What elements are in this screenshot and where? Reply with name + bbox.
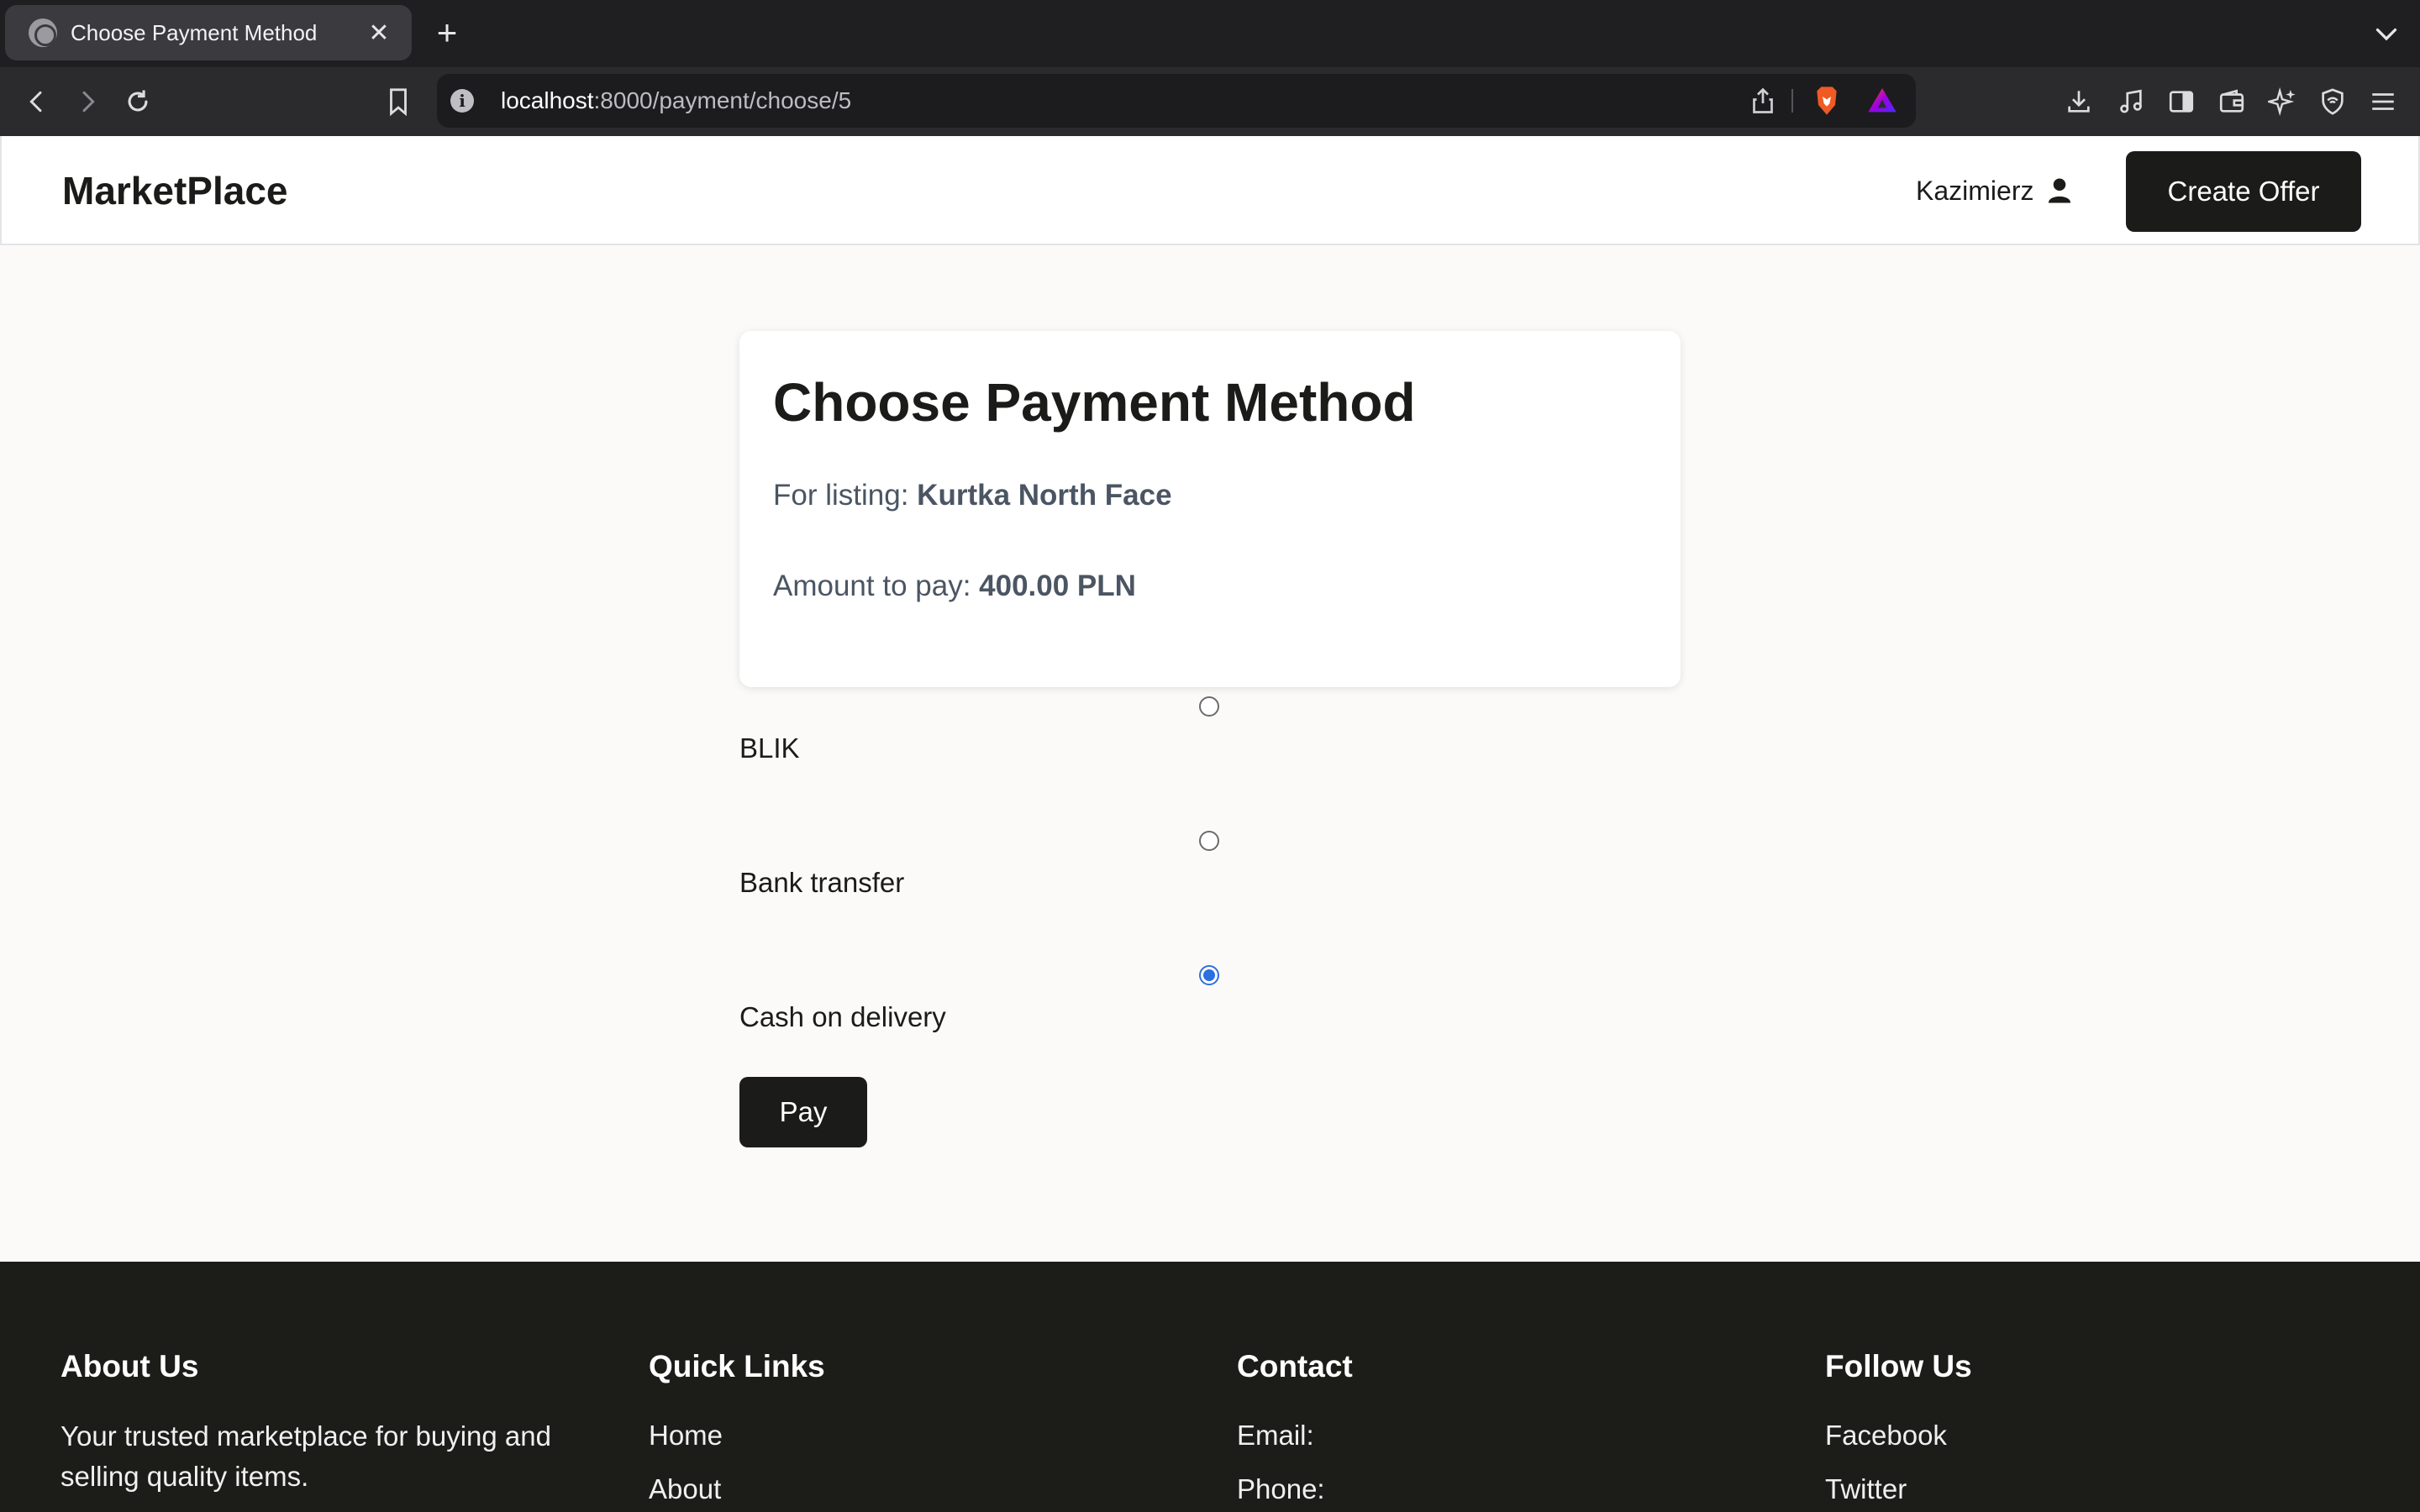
reload-icon (128, 90, 148, 112)
listing-line: For listing: Kurtka North Face (773, 479, 1172, 512)
back-button[interactable] (17, 81, 57, 122)
brave-rewards-icon[interactable] (1865, 84, 1899, 118)
footer-quick-links-title: Quick Links (649, 1349, 825, 1383)
footer-link-about[interactable]: About (649, 1473, 721, 1505)
share-icon[interactable] (1748, 86, 1778, 116)
back-arrow-icon (29, 91, 42, 113)
footer-follow-title: Follow Us (1825, 1349, 1972, 1383)
wallet-icon (2219, 89, 2244, 113)
site-info-icon[interactable]: i (450, 89, 474, 113)
hamburger-menu-icon (2372, 93, 2394, 110)
url-text[interactable]: localhost:8000/payment/choose/5 (501, 74, 851, 128)
footer-contact-title: Contact (1237, 1349, 1353, 1383)
footer-contact-email: Email: (1237, 1420, 1314, 1451)
footer-about-text: Your trusted marketplace for buying and … (60, 1420, 551, 1492)
tab-title: Choose Payment Method (71, 19, 318, 45)
forward-arrow-icon (82, 91, 95, 113)
vpn-button[interactable] (2312, 81, 2353, 122)
chevron-down-icon[interactable] (2371, 18, 2402, 49)
download-icon (2068, 91, 2090, 113)
footer-contact-phone: Phone: (1237, 1473, 1325, 1504)
radio-bank-transfer[interactable] (1199, 831, 1219, 851)
amount-line: Amount to pay: 400.00 PLN (773, 570, 1136, 603)
browser-toolbar: i localhost:8000/payment/choose/5 (0, 67, 2420, 136)
main-menu-button[interactable] (2363, 81, 2403, 122)
user-icon (2049, 178, 2071, 203)
user-menu[interactable]: Kazimierz (1916, 136, 2072, 245)
user-name: Kazimierz (1916, 175, 2034, 206)
globe-icon (29, 18, 57, 47)
forward-button[interactable] (67, 81, 108, 122)
address-bar-divider (1791, 89, 1793, 113)
site-footer: About Us Your trusted marketplace for bu… (0, 1262, 2420, 1512)
amount-prefix: Amount to pay: (773, 570, 971, 602)
page-title: Choose Payment Method (773, 372, 1416, 433)
browser-tab-bar: Choose Payment Method ✕ + (0, 0, 2420, 67)
option-label-bank-transfer[interactable]: Bank transfer (739, 867, 904, 899)
media-button[interactable] (2111, 81, 2151, 122)
url-host: localhost (501, 87, 594, 113)
amount-value: 400.00 PLN (979, 570, 1136, 602)
brand-logo[interactable]: MarketPlace (62, 136, 288, 245)
url-rest: :8000/payment/choose/5 (593, 87, 852, 113)
wallet-button[interactable] (2212, 81, 2252, 122)
option-label-cash-on-delivery[interactable]: Cash on delivery (739, 1001, 946, 1033)
footer-link-twitter[interactable]: Twitter (1825, 1473, 1907, 1505)
new-tab-button[interactable]: + (430, 12, 464, 54)
reload-button[interactable] (118, 81, 158, 122)
leo-ai-button[interactable] (2262, 81, 2302, 122)
footer-link-home[interactable]: Home (649, 1420, 723, 1452)
browser-tab-active[interactable]: Choose Payment Method ✕ (5, 5, 412, 60)
bookmark-button[interactable] (378, 81, 418, 122)
radio-blik[interactable] (1199, 696, 1219, 717)
sidebar-icon (2169, 91, 2194, 113)
site-header: MarketPlace Kazimierz Create Offer (0, 136, 2420, 245)
bookmark-icon (390, 88, 407, 116)
brave-shields-icon[interactable] (1810, 84, 1844, 118)
sidebar-button[interactable] (2161, 81, 2202, 122)
listing-prefix: For listing: (773, 479, 909, 512)
create-offer-button[interactable]: Create Offer (2126, 151, 2361, 232)
pay-button[interactable]: Pay (739, 1077, 867, 1147)
address-bar[interactable]: i localhost:8000/payment/choose/5 (437, 74, 1916, 128)
downloads-button[interactable] (2059, 81, 2099, 122)
radio-cash-on-delivery[interactable] (1199, 965, 1219, 985)
shield-icon (2322, 88, 2344, 115)
close-tab-icon[interactable]: ✕ (366, 18, 392, 48)
payment-summary-card: Choose Payment Method For listing: Kurtk… (739, 331, 1681, 687)
footer-link-facebook[interactable]: Facebook (1825, 1420, 1947, 1452)
sparkle-icon (2268, 87, 2296, 116)
footer-about-title: About Us (60, 1349, 199, 1383)
music-note-icon (2120, 89, 2142, 113)
option-label-blik[interactable]: BLIK (739, 732, 800, 764)
listing-name: Kurtka North Face (917, 479, 1172, 512)
